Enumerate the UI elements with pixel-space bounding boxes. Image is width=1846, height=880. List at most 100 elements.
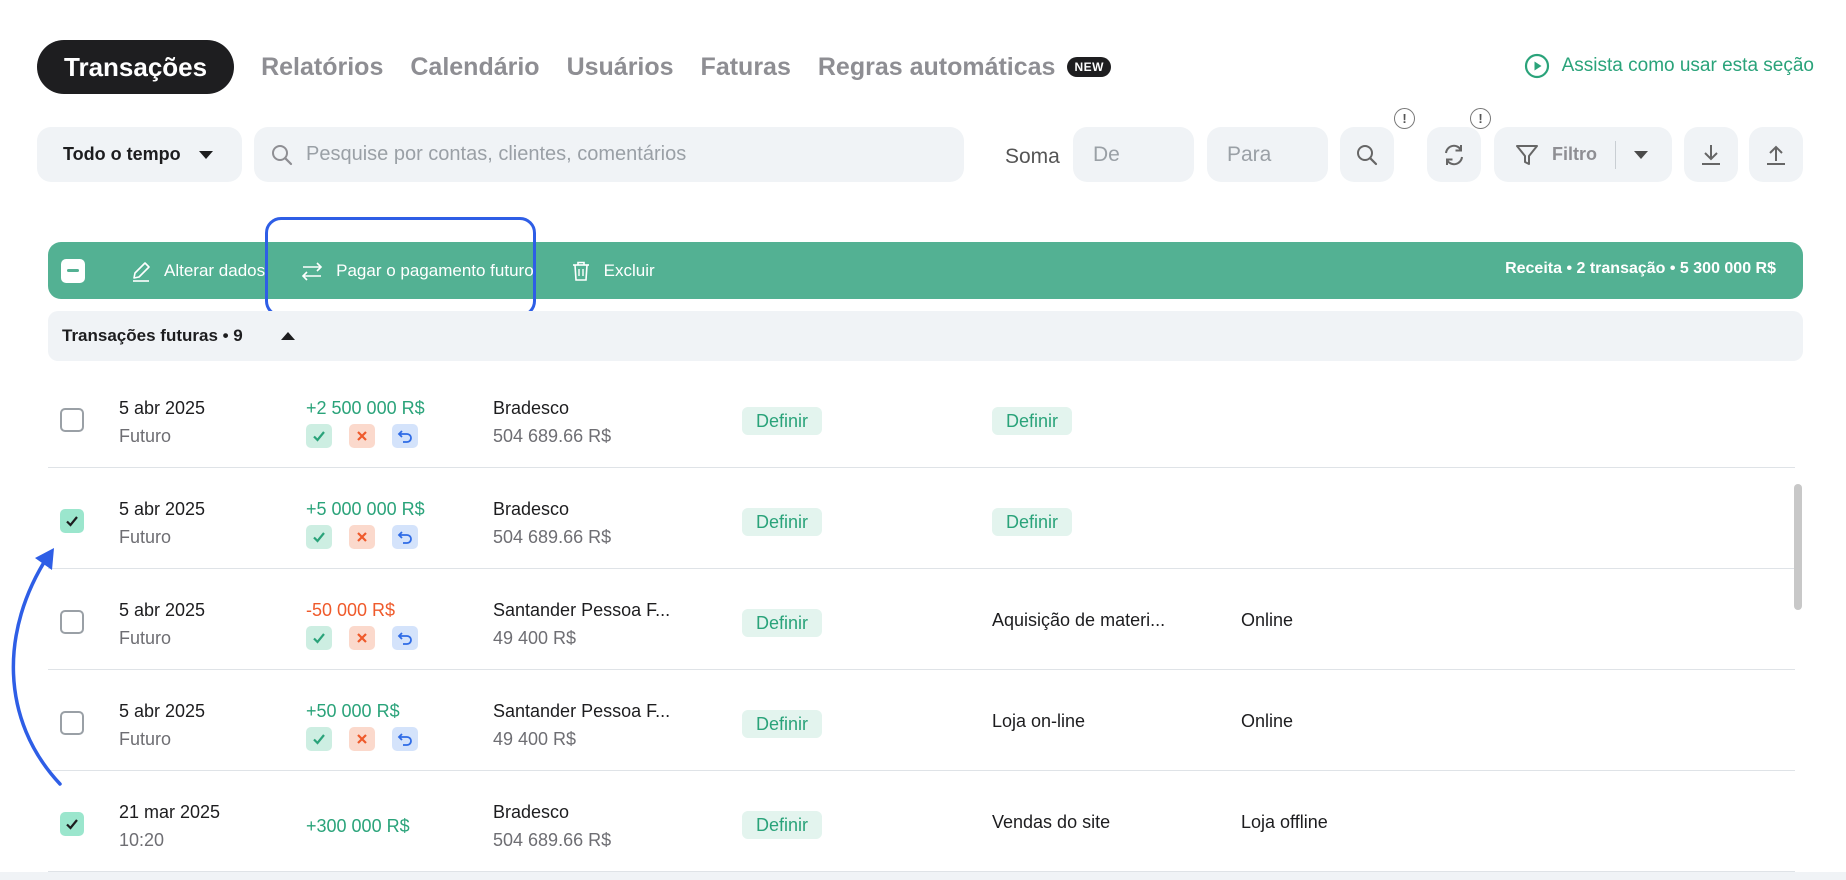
search-icon <box>1357 144 1378 165</box>
info-alert-icon: ! <box>1470 108 1491 129</box>
row-account: Santander Pessoa F... <box>493 600 671 620</box>
filter-icon <box>1516 144 1538 165</box>
caret-up-icon[interactable] <box>280 332 295 340</box>
pencil-icon <box>133 261 150 282</box>
row-channel: Online <box>1241 711 1294 731</box>
minus-icon <box>67 269 79 272</box>
undo-button[interactable] <box>392 626 418 650</box>
row-category: Vendas do site <box>992 812 1111 832</box>
search-input[interactable] <box>306 143 926 166</box>
row-channel: Online <box>1241 610 1294 630</box>
check-icon <box>66 819 78 830</box>
amount-to-field[interactable] <box>1207 127 1328 182</box>
row-amount: +2 500 000 R$ <box>306 398 425 418</box>
info-alert-icon: ! <box>1394 108 1415 129</box>
search-icon <box>272 144 293 165</box>
row-date: 5 abr 2025 <box>119 600 206 620</box>
upload-button[interactable] <box>1749 127 1803 182</box>
filter-separator <box>1615 140 1616 169</box>
table-row[interactable]: 5 abr 2025 Futuro +2 500 000 R$ Bradesco… <box>48 367 1795 468</box>
confirm-button[interactable] <box>306 727 332 751</box>
period-dropdown[interactable]: Todo o tempo <box>37 127 242 182</box>
table-row[interactable]: 5 abr 2025 Futuro -50 000 R$ Santander P… <box>48 569 1795 670</box>
row-account: Santander Pessoa F... <box>493 701 671 721</box>
define-button[interactable]: Definir <box>742 609 823 637</box>
help-link-label: Assista como usar esta seção <box>1561 55 1814 76</box>
amount-from-input[interactable] <box>1093 142 1183 167</box>
close-icon <box>357 734 367 744</box>
row-date: 5 abr 2025 <box>119 701 206 721</box>
tab-relatorios[interactable]: Relatórios <box>261 53 383 82</box>
deselect-all-checkbox[interactable] <box>61 258 85 283</box>
amount-from-field[interactable] <box>1073 127 1194 182</box>
define-button[interactable]: Definir <box>742 407 823 435</box>
confirm-button[interactable] <box>306 424 332 448</box>
table-row[interactable]: 5 abr 2025 Futuro +50 000 R$ Santander P… <box>48 670 1795 771</box>
tab-faturas[interactable]: Faturas <box>701 53 791 82</box>
check-icon <box>313 633 325 644</box>
caret-down-icon[interactable] <box>1634 150 1648 159</box>
tab-transacoes[interactable]: Transações <box>37 40 235 94</box>
scrollbar-thumb[interactable] <box>1794 484 1802 610</box>
tab-calendario[interactable]: Calendário <box>410 53 539 82</box>
table-row[interactable]: 21 mar 2025 10:20 +300 000 R$ Bradesco 5… <box>48 771 1795 872</box>
edit-data-button[interactable]: Alterar dados <box>130 260 265 282</box>
cancel-button[interactable] <box>349 424 375 448</box>
row-date: 5 abr 2025 <box>119 398 206 418</box>
refresh-button[interactable] <box>1427 127 1481 182</box>
amount-to-input[interactable] <box>1227 142 1317 167</box>
soma-label: Soma <box>1005 145 1060 168</box>
row-checkbox[interactable] <box>60 509 84 533</box>
row-balance: 504 689.66 R$ <box>493 830 612 850</box>
amount-search-button[interactable] <box>1340 127 1394 182</box>
row-account: Bradesco <box>493 802 570 822</box>
tab-usuarios[interactable]: Usuários <box>567 53 674 82</box>
help-video-link[interactable]: Assista como usar esta seção <box>1524 53 1814 79</box>
tab-regras-label: Regras automáticas <box>817 52 1056 81</box>
row-checkbox[interactable] <box>60 408 84 432</box>
tab-regras-automaticas[interactable]: Regras automáticas NEW <box>818 53 1111 82</box>
cancel-button[interactable] <box>349 727 375 751</box>
future-transactions-group-header[interactable]: Transações futuras • 9 <box>48 311 1803 361</box>
cancel-button[interactable] <box>349 525 375 549</box>
period-label: Todo o tempo <box>63 144 181 164</box>
group-title: Transações futuras • 9 <box>62 326 243 345</box>
undo-icon <box>397 733 412 746</box>
filter-dropdown[interactable]: Filtro <box>1494 127 1672 182</box>
highlight-annotation-box <box>265 217 536 317</box>
close-icon <box>357 633 367 643</box>
row-time: 10:20 <box>119 830 165 850</box>
define-button[interactable]: Definir <box>742 508 823 536</box>
undo-button[interactable] <box>392 525 418 549</box>
undo-button[interactable] <box>392 424 418 448</box>
undo-icon <box>397 632 412 645</box>
new-badge: NEW <box>1067 57 1111 77</box>
check-icon <box>313 734 325 745</box>
confirm-button[interactable] <box>306 525 332 549</box>
cancel-button[interactable] <box>349 626 375 650</box>
upload-icon <box>1767 145 1785 165</box>
download-button[interactable] <box>1684 127 1738 182</box>
annotation-arrow <box>11 548 62 786</box>
define-button[interactable]: Definir <box>992 508 1073 536</box>
row-amount: +50 000 R$ <box>306 701 400 721</box>
bottom-edge <box>0 872 1846 880</box>
define-button[interactable]: Definir <box>742 811 823 839</box>
edit-data-label: Alterar dados <box>164 260 266 280</box>
search-box[interactable] <box>254 127 964 182</box>
row-amount: -50 000 R$ <box>306 600 396 620</box>
row-balance: 504 689.66 R$ <box>493 426 612 446</box>
toolbar: Todo o tempo Soma ! ! Filtro <box>37 108 1812 182</box>
row-status: Futuro <box>119 527 172 547</box>
define-button[interactable]: Definir <box>992 407 1073 435</box>
close-icon <box>357 431 367 441</box>
confirm-button[interactable] <box>306 626 332 650</box>
define-button[interactable]: Definir <box>742 710 823 738</box>
undo-button[interactable] <box>392 727 418 751</box>
row-balance: 49 400 R$ <box>493 628 577 648</box>
row-status: Futuro <box>119 729 172 749</box>
row-balance: 49 400 R$ <box>493 729 577 749</box>
table-row[interactable]: 5 abr 2025 Futuro +5 000 000 R$ Bradesco… <box>48 468 1795 569</box>
row-checkbox[interactable] <box>60 812 84 836</box>
delete-button[interactable]: Excluir <box>570 260 655 282</box>
